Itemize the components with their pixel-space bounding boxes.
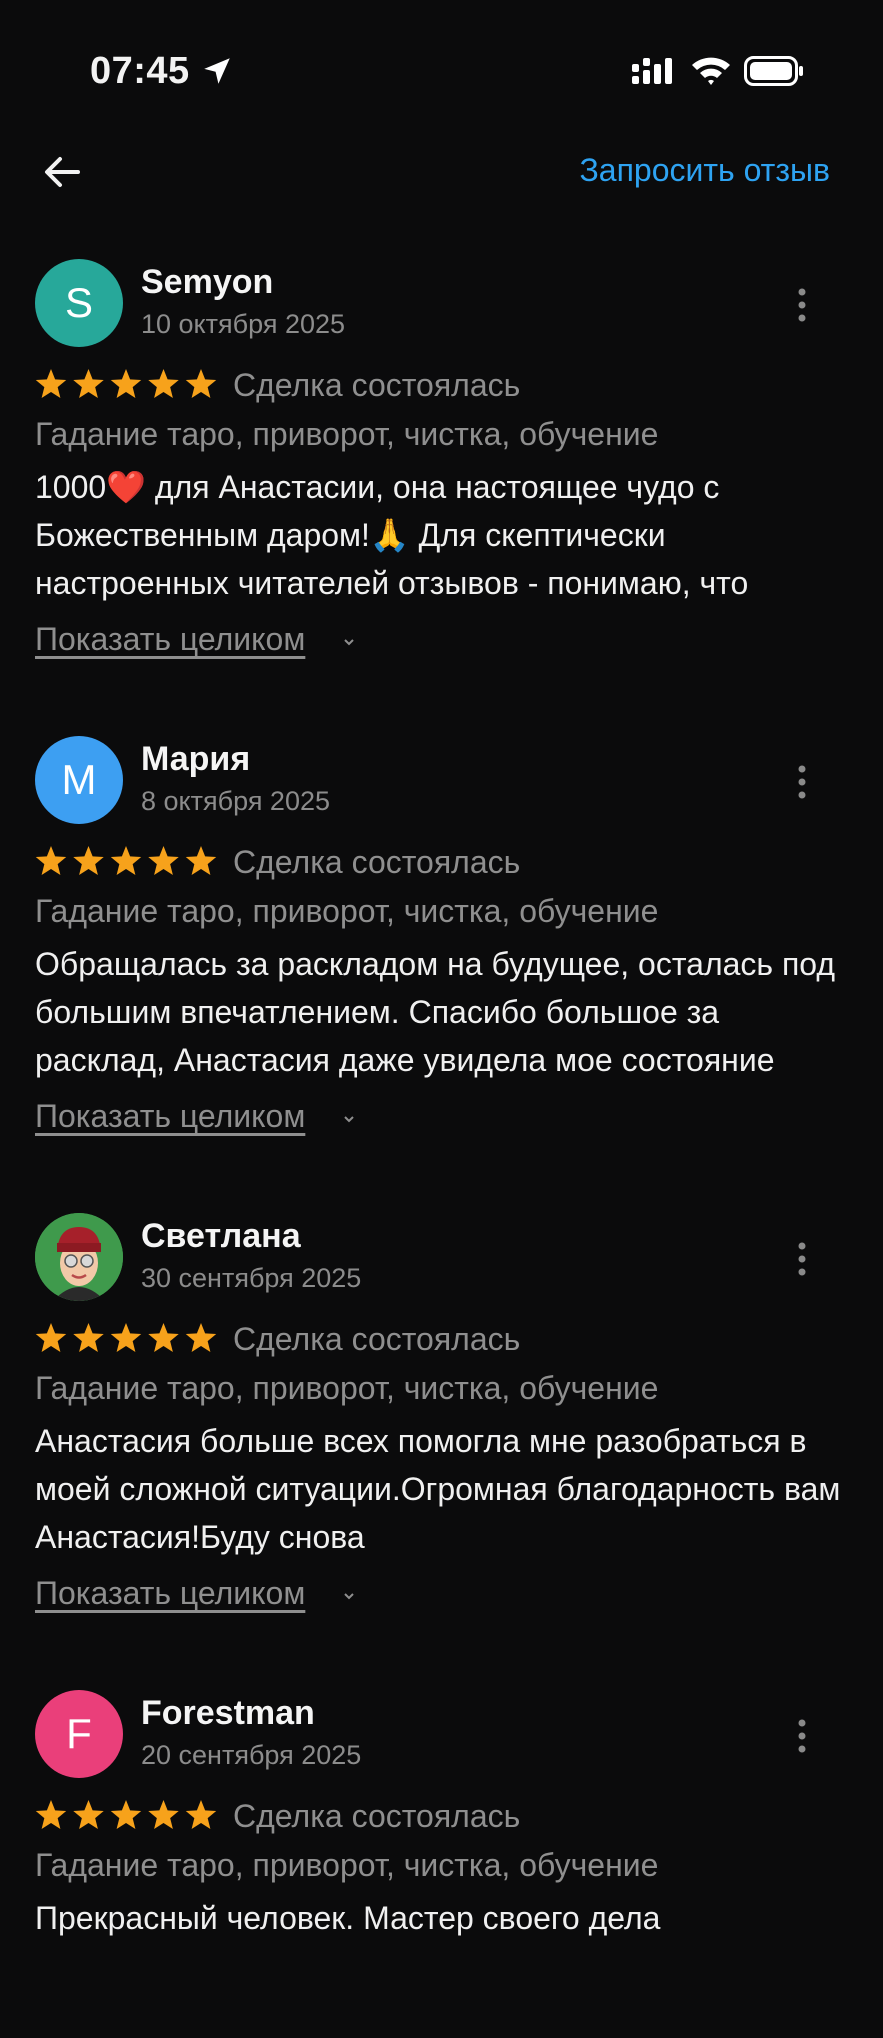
- chevron-down-icon: [344, 639, 354, 646]
- cellular-signal-icon: [632, 58, 672, 84]
- service-category: Гадание таро, приворот, чистка, обучение: [35, 416, 659, 452]
- star-icon: [148, 1323, 179, 1352]
- service-category: Гадание таро, приворот, чистка, обучение: [35, 1370, 659, 1406]
- avatar[interactable]: М: [35, 736, 123, 824]
- reviewer-name[interactable]: Semyon: [141, 263, 273, 302]
- avatar-cartoon-icon: [35, 1213, 123, 1301]
- chevron-down-icon: [344, 1116, 354, 1123]
- star-icon: [35, 846, 67, 875]
- star-icon: [148, 369, 179, 398]
- star-icon: [73, 846, 104, 875]
- review-date: 8 октября 2025: [141, 786, 330, 816]
- request-review-link[interactable]: Запросить отзыв: [579, 152, 830, 189]
- star-icon: [110, 1323, 142, 1352]
- star-icon: [73, 369, 104, 398]
- service-category: Гадание таро, приворот, чистка, обучение: [35, 893, 659, 929]
- avatar[interactable]: S: [35, 259, 123, 347]
- star-icon: [35, 1800, 67, 1829]
- star-icon: [185, 846, 217, 875]
- reviewer-name[interactable]: Светлана: [141, 1217, 301, 1256]
- show-full-link[interactable]: Показать целиком: [35, 621, 305, 658]
- star-icon: [110, 1800, 142, 1829]
- avatar[interactable]: F: [35, 1690, 123, 1778]
- reviewer-name[interactable]: Мария: [141, 740, 250, 779]
- more-options-icon[interactable]: [790, 1718, 814, 1754]
- rating-stars: [35, 1323, 217, 1352]
- star-icon: [185, 1323, 217, 1352]
- star-icon: [185, 1800, 217, 1829]
- review-text: 1000❤️ для Анастасии, она настоящее чудо…: [35, 469, 749, 601]
- status-bar: 07:45: [0, 0, 883, 140]
- more-options-icon[interactable]: [790, 287, 814, 323]
- wifi-icon: [692, 57, 730, 85]
- status-time: 07:45: [90, 50, 190, 92]
- show-full-link[interactable]: Показать целиком: [35, 1098, 305, 1135]
- chevron-down-icon: [344, 1593, 354, 1600]
- star-icon: [110, 369, 142, 398]
- star-icon: [73, 1800, 104, 1829]
- rating-stars: [35, 1800, 217, 1829]
- star-icon: [35, 369, 67, 398]
- avatar[interactable]: [35, 1213, 123, 1301]
- star-icon: [110, 846, 142, 875]
- reviewer-name[interactable]: Forestman: [141, 1694, 315, 1733]
- star-icon: [185, 369, 217, 398]
- review-date: 30 сентября 2025: [141, 1263, 362, 1293]
- back-arrow-icon[interactable]: [40, 150, 84, 194]
- star-icon: [73, 1323, 104, 1352]
- review-text: Прекрасный человек. Мастер своего дела: [35, 1900, 661, 1936]
- deal-status: Сделка состоялась: [233, 367, 521, 403]
- review-date: 20 сентября 2025: [141, 1740, 362, 1770]
- star-icon: [148, 1800, 179, 1829]
- review-text: Обращалась за раскладом на будущее, оста…: [35, 946, 836, 1078]
- deal-status: Сделка состоялась: [233, 1798, 521, 1834]
- service-category: Гадание таро, приворот, чистка, обучение: [35, 1847, 659, 1883]
- star-icon: [148, 846, 179, 875]
- more-options-icon[interactable]: [790, 1241, 814, 1277]
- review-date: 10 октября 2025: [141, 309, 346, 339]
- battery-icon: [744, 56, 803, 86]
- show-full-link[interactable]: Показать целиком: [35, 1575, 305, 1612]
- rating-stars: [35, 846, 217, 875]
- deal-status: Сделка состоялась: [233, 1321, 521, 1357]
- star-icon: [35, 1323, 67, 1352]
- deal-status: Сделка состоялась: [233, 844, 521, 880]
- review-text: Анастасия больше всех помогла мне разобр…: [35, 1423, 841, 1555]
- more-options-icon[interactable]: [790, 764, 814, 800]
- location-arrow-icon: [204, 58, 230, 84]
- rating-stars: [35, 369, 217, 398]
